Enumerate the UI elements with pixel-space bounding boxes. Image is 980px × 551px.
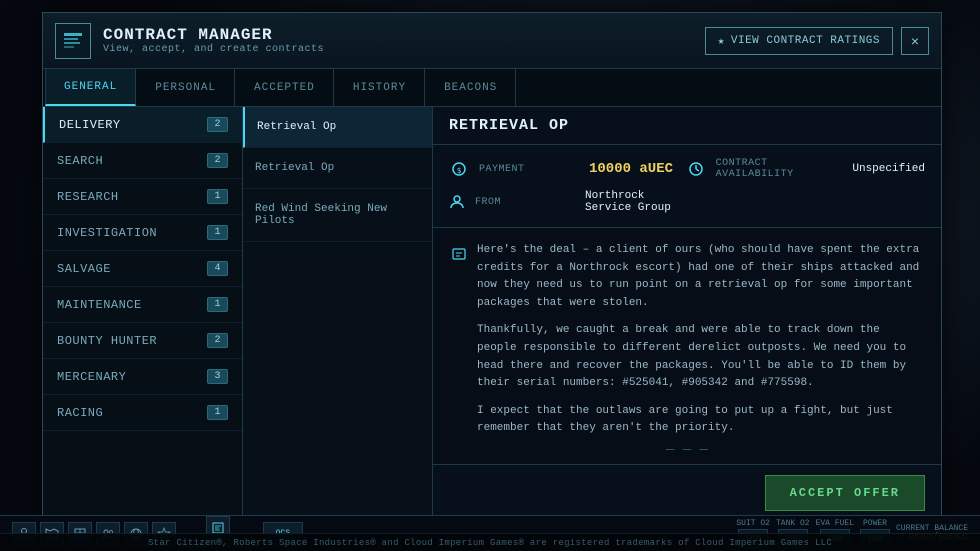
desc-p2: Thankfully, we caught a break and were a… <box>477 322 925 392</box>
detail-header: Retrieval Op <box>433 107 941 145</box>
from-row: From Northrock Service Group <box>449 185 687 219</box>
copyright-bar: Star Citizen®, Roberts Space Industries®… <box>0 533 980 551</box>
sidebar-item-search[interactable]: Search 2 <box>43 143 242 179</box>
detail-title: Retrieval Op <box>449 117 925 134</box>
sidebar-item-mercenary[interactable]: Mercenary 3 <box>43 359 242 395</box>
sidebar-item-salvage[interactable]: Salvage 4 <box>43 251 242 287</box>
contract-item-label-0: Retrieval Op <box>257 121 336 133</box>
availability-row: Contract Availability Unspecified <box>687 153 925 185</box>
availability-value: Unspecified <box>852 163 925 175</box>
main-window: Contract Manager View, accept, and creat… <box>42 12 942 522</box>
mercenary-badge: 3 <box>207 369 228 384</box>
scroll-hint: — — — <box>433 436 941 464</box>
detail-panel: Retrieval Op $ Payment 10000 aUEC <box>433 107 941 521</box>
clock-icon <box>687 159 706 179</box>
title-bar: Contract Manager View, accept, and creat… <box>43 13 941 69</box>
detail-body: Here's the deal – a client of ours (who … <box>433 228 941 436</box>
title-text: Contract Manager View, accept, and creat… <box>103 26 324 55</box>
salvage-badge: 4 <box>207 261 228 276</box>
investigation-badge: 1 <box>207 225 228 240</box>
copyright-text: Star Citizen®, Roberts Space Industries®… <box>148 538 832 548</box>
contract-item-label-1: Retrieval Op <box>255 162 334 174</box>
sidebar-item-investigation[interactable]: Investigation 1 <box>43 215 242 251</box>
bounty-badge: 2 <box>207 333 228 348</box>
search-badge: 2 <box>207 153 228 168</box>
sidebar-item-research[interactable]: Research 1 <box>43 179 242 215</box>
app-subtitle: View, accept, and create contracts <box>103 44 324 55</box>
detail-meta: $ Payment 10000 aUEC Contract Avail <box>433 145 941 228</box>
delivery-badge: 2 <box>207 117 228 132</box>
app-icon <box>55 23 91 59</box>
maintenance-badge: 1 <box>207 297 228 312</box>
sidebar-item-maintenance[interactable]: Maintenance 1 <box>43 287 242 323</box>
tab-history[interactable]: HISTORY <box>334 69 425 106</box>
contract-item-label-2: Red Wind Seeking New Pilots <box>255 203 387 227</box>
research-badge: 1 <box>207 189 228 204</box>
sidebar-item-delivery[interactable]: Delivery 2 <box>43 107 242 143</box>
from-label: From <box>475 197 575 208</box>
payment-label: Payment <box>479 164 579 175</box>
payment-value: 10000 aUEC <box>589 161 673 177</box>
view-ratings-button[interactable]: ★ View Contract Ratings <box>705 27 893 55</box>
close-button[interactable]: × <box>901 27 929 55</box>
sidebar-item-bounty[interactable]: Bounty Hunter 2 <box>43 323 242 359</box>
tab-bar: GENERAL PERSONAL ACCEPTED HISTORY BEACON… <box>43 69 941 107</box>
racing-badge: 1 <box>207 405 228 420</box>
view-ratings-label: View Contract Ratings <box>731 35 880 47</box>
tab-accepted[interactable]: ACCEPTED <box>235 69 334 106</box>
accept-offer-button[interactable]: ACCEPT OFFER <box>765 475 925 511</box>
app-title: Contract Manager <box>103 26 324 44</box>
desc-p3: I expect that the outlaws are going to p… <box>477 403 925 436</box>
payment-icon: $ <box>449 159 469 179</box>
tab-general[interactable]: GENERAL <box>45 69 136 106</box>
sidebar-item-racing[interactable]: Racing 1 <box>43 395 242 431</box>
content-area: Delivery 2 Search 2 Research 1 Investiga… <box>43 107 941 521</box>
sidebar: Delivery 2 Search 2 Research 1 Investiga… <box>43 107 243 521</box>
tab-beacons[interactable]: BEACONS <box>425 69 516 106</box>
availability-label: Contract Availability <box>716 158 843 180</box>
svg-text:$: $ <box>457 166 462 175</box>
desc-p1: Here's the deal – a client of ours (who … <box>477 242 925 312</box>
description-text: Here's the deal – a client of ours (who … <box>477 242 925 436</box>
detail-footer: ACCEPT OFFER <box>433 464 941 521</box>
title-left: Contract Manager View, accept, and creat… <box>55 23 324 59</box>
payment-row: $ Payment 10000 aUEC <box>449 153 687 185</box>
contract-item-1[interactable]: Retrieval Op <box>243 148 432 189</box>
contract-list: Retrieval Op Retrieval Op Red Wind Seeki… <box>243 107 433 521</box>
title-right: ★ View Contract Ratings × <box>705 27 929 55</box>
from-value: Northrock Service Group <box>585 190 687 214</box>
star-icon: ★ <box>718 34 725 48</box>
close-icon: × <box>911 33 919 49</box>
contract-item-2[interactable]: Red Wind Seeking New Pilots <box>243 189 432 242</box>
person-icon <box>449 192 465 212</box>
tab-personal[interactable]: PERSONAL <box>136 69 235 106</box>
contract-item-0[interactable]: Retrieval Op <box>243 107 432 148</box>
